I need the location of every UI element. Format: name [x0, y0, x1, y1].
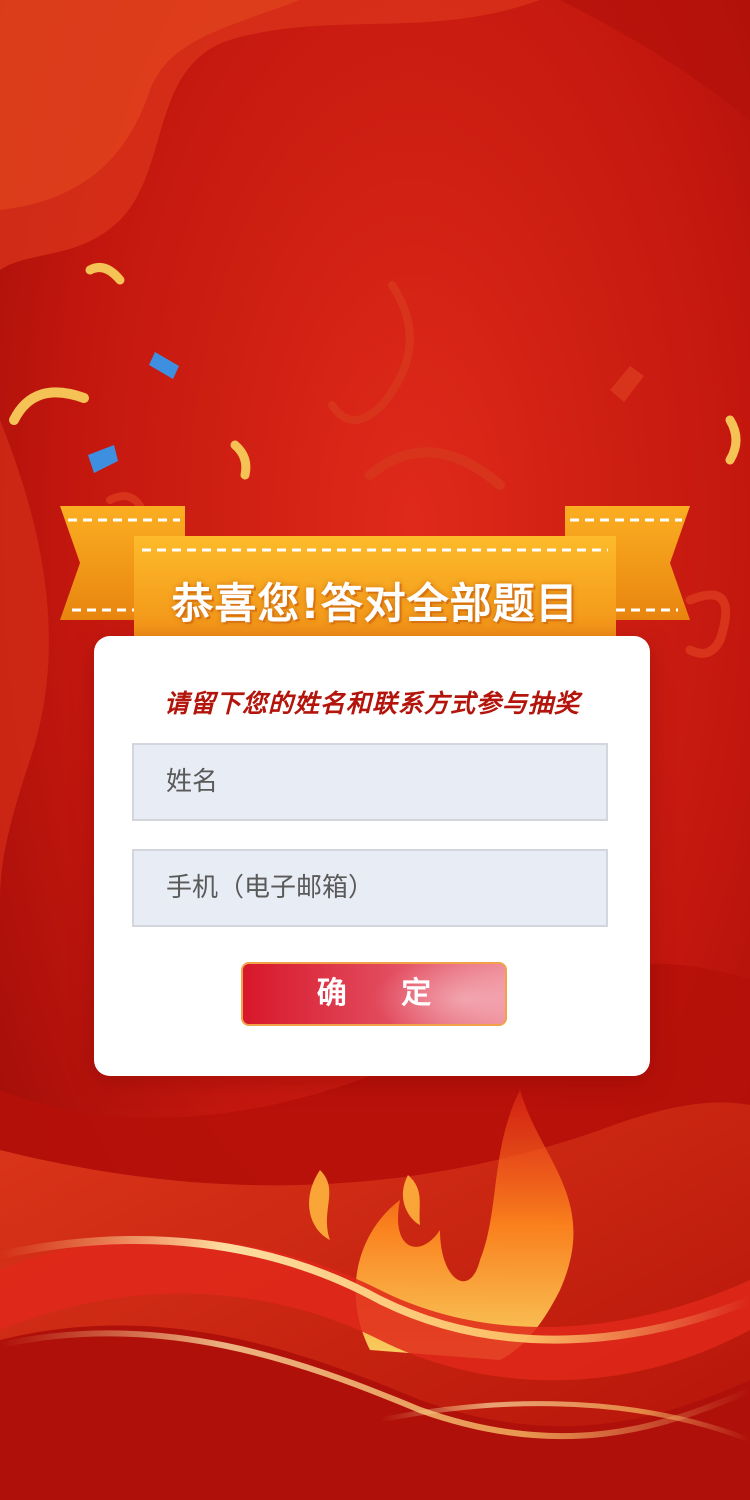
- contact-input[interactable]: [132, 849, 608, 927]
- banner-title: 恭喜您!答对全部题目: [171, 579, 579, 628]
- form-card: 请留下您的姓名和联系方式参与抽奖 确 定: [94, 636, 650, 1076]
- confirm-button[interactable]: 确 定: [241, 962, 507, 1026]
- name-input[interactable]: [132, 743, 608, 821]
- form-subtitle: 请留下您的姓名和联系方式参与抽奖: [163, 689, 580, 718]
- lottery-page: 请留下您的姓名和联系方式参与抽奖 确 定 恭喜您!答对全部题目: [0, 0, 750, 1500]
- confirm-button-label: 确 定: [316, 976, 454, 1011]
